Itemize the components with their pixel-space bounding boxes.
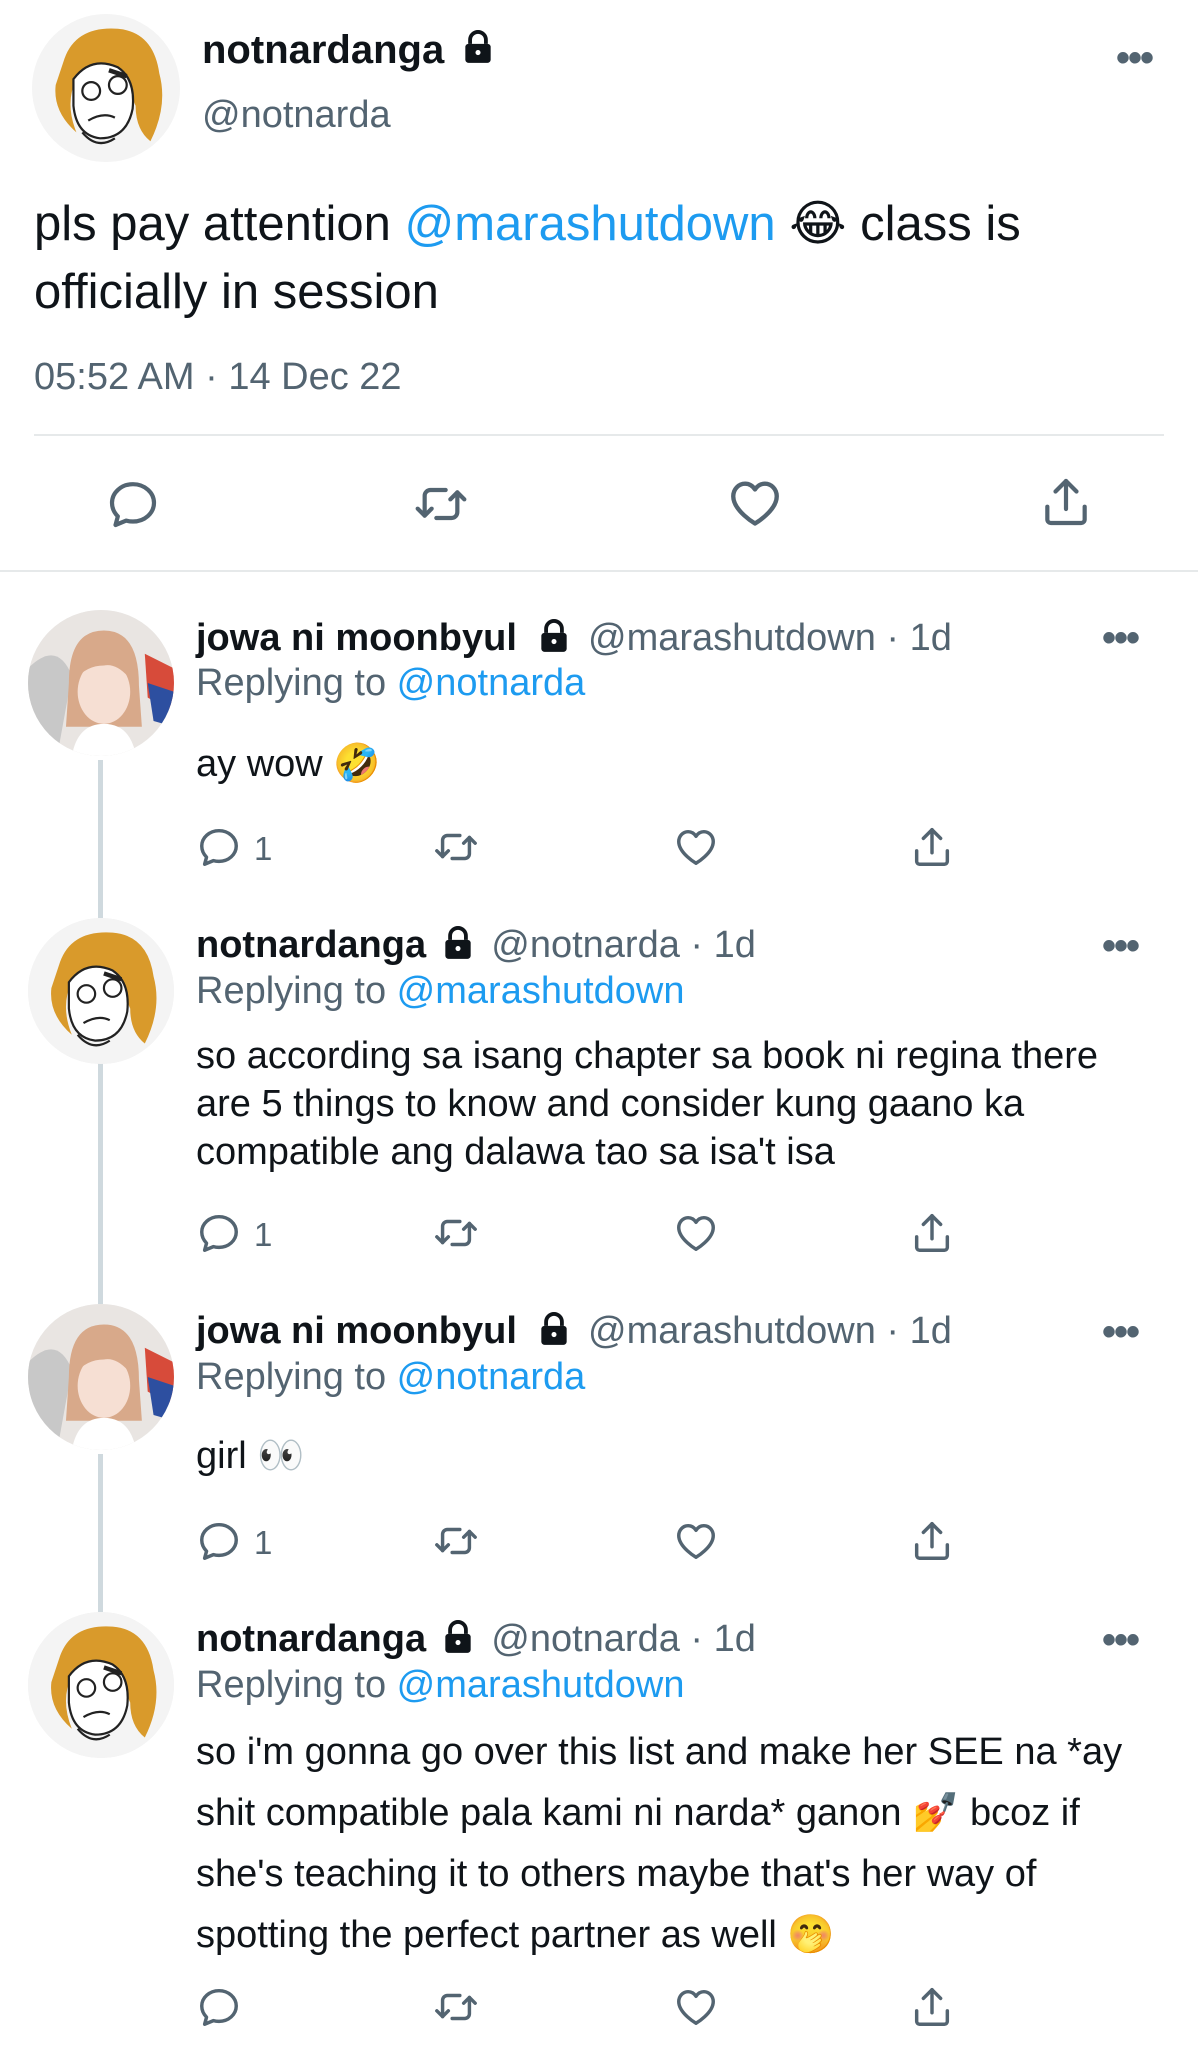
tweet-text: pls pay attention @marashutdown 😂 class … <box>34 190 1154 326</box>
like-icon[interactable] <box>673 1210 719 1256</box>
replying-label: Replying to <box>196 1664 397 1706</box>
share-icon[interactable] <box>909 1984 955 2030</box>
replying-to: Replying to @marashutdown <box>196 970 685 1013</box>
reply-count: 1 <box>254 1216 273 1253</box>
lock-icon <box>439 1618 477 1656</box>
share-icon[interactable] <box>909 1210 955 1256</box>
share-icon[interactable] <box>1038 474 1094 530</box>
replying-to: Replying to @notnarda <box>196 662 585 705</box>
retweet-icon[interactable] <box>413 476 469 532</box>
reply-text: girl 👀 <box>196 1435 305 1477</box>
avatar[interactable] <box>28 610 174 756</box>
avatar[interactable] <box>28 1612 174 1758</box>
share-icon[interactable] <box>909 824 955 870</box>
handle[interactable]: @marashutdown <box>588 617 876 659</box>
display-name[interactable]: jowa ni moonbyul <box>196 617 517 659</box>
display-name[interactable]: notnardanga <box>196 924 426 966</box>
more-icon[interactable]: ••• <box>1102 1310 1140 1355</box>
handle[interactable]: @notnarda <box>202 94 391 137</box>
mention-link[interactable]: @marashutdown <box>397 1664 685 1706</box>
reply-header: jowa ni moonbyul @marashutdown · 1d <box>196 1310 952 1353</box>
more-icon[interactable]: ••• <box>1102 616 1140 661</box>
reply-icon[interactable] <box>196 1210 242 1256</box>
replying-to: Replying to @marashutdown <box>196 1664 685 1707</box>
timestamp[interactable]: · 1d <box>690 1618 755 1660</box>
thread-line <box>98 1454 103 1612</box>
timestamp[interactable]: · 1d <box>886 1310 951 1352</box>
rage-face-avatar-image <box>28 1612 174 1758</box>
reply-count: 1 <box>254 1524 273 1561</box>
replying-label: Replying to <box>196 662 397 704</box>
like-icon[interactable] <box>673 1984 719 2030</box>
thread-line <box>98 1062 103 1304</box>
mention-link[interactable]: @marashutdown <box>404 197 775 251</box>
handle[interactable]: @notnarda <box>491 1618 680 1660</box>
emoji: 😂 <box>789 197 847 251</box>
profile-photo <box>28 610 174 756</box>
mention-link[interactable]: @notnarda <box>397 1356 586 1398</box>
retweet-icon[interactable] <box>433 1518 479 1564</box>
avatar[interactable] <box>28 918 174 1064</box>
rage-face-avatar-image <box>28 918 174 1064</box>
reply-icon[interactable] <box>196 824 242 870</box>
reply-header: notnardanga @notnarda · 1d <box>196 1618 756 1661</box>
mention-link[interactable]: @notnarda <box>397 662 586 704</box>
display-name[interactable]: jowa ni moonbyul <box>196 1310 517 1352</box>
like-icon[interactable] <box>726 474 784 532</box>
reply-text: so i'm gonna go over this list and make … <box>196 1731 1123 1956</box>
display-name[interactable]: notnardanga <box>196 1618 426 1660</box>
divider <box>0 570 1198 572</box>
profile-photo <box>28 1304 174 1450</box>
reply-icon[interactable] <box>105 476 161 532</box>
more-icon[interactable]: ••• <box>1102 1618 1140 1663</box>
handle[interactable]: @marashutdown <box>588 1310 876 1352</box>
display-name-text: notnardanga <box>202 28 445 72</box>
retweet-icon[interactable] <box>433 1210 479 1256</box>
display-name[interactable]: notnardanga <box>202 28 497 73</box>
lock-icon <box>439 924 477 962</box>
replying-label: Replying to <box>196 1356 397 1398</box>
avatar[interactable] <box>32 14 180 162</box>
mention-link[interactable]: @marashutdown <box>397 970 685 1012</box>
divider <box>34 434 1164 436</box>
reply-icon[interactable] <box>196 1518 242 1564</box>
more-icon[interactable]: ••• <box>1116 36 1154 81</box>
timestamp[interactable]: 05:52 AM · 14 Dec 22 <box>34 356 402 399</box>
handle[interactable]: @notnarda <box>491 924 680 966</box>
share-icon[interactable] <box>909 1518 955 1564</box>
reply-icon[interactable] <box>196 1984 242 2030</box>
reply-header: jowa ni moonbyul @marashutdown · 1d <box>196 617 952 660</box>
tweet-text-part: pls pay attention <box>34 197 405 251</box>
lock-icon <box>535 617 573 655</box>
reply-header: notnardanga @notnarda · 1d <box>196 924 756 967</box>
retweet-icon[interactable] <box>433 824 479 870</box>
rage-face-avatar-image <box>32 14 180 162</box>
thread-line <box>98 760 103 918</box>
timestamp[interactable]: · 1d <box>690 924 755 966</box>
timestamp[interactable]: · 1d <box>886 617 951 659</box>
retweet-icon[interactable] <box>433 1984 479 2030</box>
avatar[interactable] <box>28 1304 174 1450</box>
replying-to: Replying to @notnarda <box>196 1356 585 1399</box>
reply-text: so according sa isang chapter sa book ni… <box>196 1035 1098 1173</box>
lock-icon <box>535 1310 573 1348</box>
more-icon[interactable]: ••• <box>1102 924 1140 969</box>
reply-count: 1 <box>254 830 273 867</box>
replying-label: Replying to <box>196 970 397 1012</box>
lock-icon <box>459 28 497 66</box>
like-icon[interactable] <box>673 1518 719 1564</box>
like-icon[interactable] <box>673 824 719 870</box>
reply-text: ay wow 🤣 <box>196 743 381 785</box>
